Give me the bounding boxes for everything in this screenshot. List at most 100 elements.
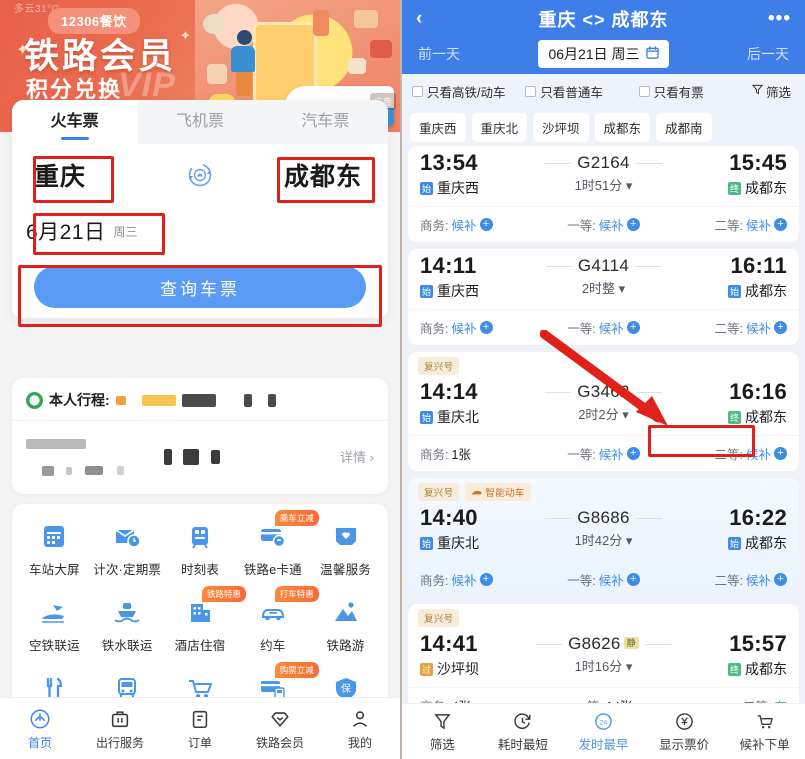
train-row[interactable]: 复兴号 智能动车 14:40 始重庆北 G8686 1时42分 ▾ 16:22 始… bbox=[408, 478, 799, 597]
service-grid-item-hotel[interactable]: 铁路特惠 酒店住宿 bbox=[164, 586, 246, 654]
my-trip-card[interactable]: ⬤ 本人行程: 详情 › bbox=[12, 378, 388, 494]
station-chip[interactable]: 成都东 bbox=[594, 112, 651, 142]
service-grid-item-air-rail[interactable]: 空铁联运 bbox=[18, 592, 91, 654]
checkbox-icon[interactable] bbox=[638, 85, 650, 97]
tab-train-ticket[interactable]: 火车票 bbox=[12, 100, 138, 144]
tab-flight-ticket[interactable]: 飞机票 bbox=[137, 100, 263, 144]
trip-duration[interactable]: 1时51分 ▾ bbox=[516, 175, 691, 194]
service-grid-item-rail-travel[interactable]: 铁路游 bbox=[309, 592, 382, 654]
seat-class-item[interactable]: 商务:4张 bbox=[420, 696, 542, 703]
seat-class-name: 商务: bbox=[420, 448, 449, 462]
trip-duration[interactable]: 1时42分 ▾ bbox=[516, 530, 691, 549]
service-grid-item-care-service[interactable]: 温馨服务 bbox=[309, 516, 382, 578]
toolbar-item-clock[interactable]: 耗时最短 bbox=[483, 710, 564, 753]
train-tag-row: 复兴号 智能动车 bbox=[408, 478, 799, 501]
service-grid-item-station-screen[interactable]: 车站大屏 bbox=[18, 516, 91, 578]
filter-button[interactable]: 筛选 bbox=[751, 82, 795, 101]
seat-class-item[interactable]: 商务: 候补 + bbox=[420, 570, 542, 589]
service-grid-item-timetable[interactable]: 时刻表 bbox=[164, 516, 237, 578]
seat-class-item[interactable]: 商务: 候补 + bbox=[420, 318, 542, 337]
waitlist-add-icon[interactable]: + bbox=[479, 573, 493, 586]
waitlist-add-icon[interactable]: + bbox=[626, 573, 640, 586]
seat-class-item[interactable]: 二等: 候补 + bbox=[665, 215, 787, 234]
more-dots-icon[interactable]: ••• bbox=[768, 8, 791, 30]
toolbar-item-yuan-circle[interactable]: 显示票价 bbox=[644, 710, 725, 753]
filter-hsr-only[interactable]: 只看高铁/动车 bbox=[412, 82, 521, 101]
bottom-nav-item-profile[interactable]: 我的 bbox=[320, 707, 400, 751]
trip-badge-icon: ⬤ bbox=[26, 391, 43, 409]
trip-detail-link[interactable]: 详情 › bbox=[340, 447, 374, 466]
filter-normal-only[interactable]: 只看普通车 bbox=[525, 82, 634, 101]
prev-day-button[interactable]: 前一天 bbox=[418, 44, 460, 64]
waitlist-add-icon[interactable]: + bbox=[773, 218, 787, 231]
checkbox-icon[interactable] bbox=[525, 85, 537, 97]
train-number: G3462 bbox=[545, 382, 662, 402]
service-grid-item-taxi[interactable]: 打车特惠 约车 bbox=[236, 586, 319, 654]
service-grid-label: 铁路e卡通 bbox=[243, 563, 302, 577]
waitlist-add-icon[interactable]: + bbox=[626, 321, 640, 334]
bottom-nav-item-service[interactable]: 出行服务 bbox=[80, 707, 160, 751]
seat-class-item[interactable]: 一等:14张 bbox=[542, 696, 664, 703]
swap-station-icon[interactable] bbox=[185, 160, 215, 190]
redacted-block bbox=[42, 465, 54, 476]
quiet-carriage-badge: 静 bbox=[623, 637, 639, 649]
waitlist-add-icon[interactable]: + bbox=[773, 573, 787, 586]
trip-duration[interactable]: 2时整 ▾ bbox=[516, 278, 691, 297]
service-grid-row: 空铁联运 铁水联运 铁路特惠 酒店住宿 打车特惠 约车 铁路游 bbox=[18, 586, 382, 654]
toolbar-item-24h-circle[interactable]: 24 发时最早 bbox=[563, 710, 644, 753]
train-row[interactable]: 复兴号 14:14 始重庆北 G3462 2时2分 ▾ 16:16 终成都东 商… bbox=[408, 352, 799, 471]
seat-class-item[interactable]: 二等:有 bbox=[665, 696, 787, 703]
station-chip[interactable]: 成都南 bbox=[656, 112, 712, 142]
seat-class-item[interactable]: 一等: 候补 + bbox=[542, 570, 664, 589]
selected-date-value: 06月21日 周三 bbox=[548, 46, 640, 62]
date-selector[interactable]: 6月21日 周三 bbox=[12, 206, 388, 256]
train-results-list[interactable]: 13:54 始重庆西 G2164 1时51分 ▾ 15:45 终成都东 商务: 候… bbox=[402, 146, 805, 703]
station-chip[interactable]: 沙坪坝 bbox=[533, 112, 589, 142]
waitlist-add-icon[interactable]: + bbox=[479, 321, 493, 334]
service-grid-item-period-ticket[interactable]: 计次·定期票 bbox=[91, 516, 164, 578]
waitlist-add-icon[interactable]: + bbox=[626, 447, 640, 460]
seat-class-item[interactable]: 一等: 候补 + bbox=[542, 444, 664, 463]
train-row[interactable]: 13:54 始重庆西 G2164 1时51分 ▾ 15:45 终成都东 商务: 候… bbox=[408, 146, 799, 242]
trip-duration[interactable]: 2时2分 ▾ bbox=[516, 404, 691, 423]
date-picker-button[interactable]: 06月21日 周三 bbox=[538, 40, 669, 68]
24h-circle-icon: 24 bbox=[563, 710, 644, 732]
toolbar-label: 候补下单 bbox=[739, 738, 790, 752]
waitlist-add-icon[interactable]: + bbox=[479, 218, 493, 231]
departure-time: 14:14 bbox=[420, 379, 478, 404]
waitlist-add-icon[interactable]: + bbox=[626, 218, 640, 231]
trip-duration[interactable]: 1时16分 ▾ bbox=[516, 656, 691, 675]
bottom-nav-item-order[interactable]: 订单 bbox=[160, 707, 240, 751]
seat-class-item[interactable]: 一等: 候补 + bbox=[542, 318, 664, 337]
waitlist-add-icon[interactable]: + bbox=[773, 447, 787, 460]
service-icon bbox=[80, 707, 160, 731]
seat-class-item[interactable]: 商务: 1张 bbox=[420, 444, 542, 463]
right-phone-train-list: ‹ 重庆 <> 成都东 ••• 前一天 06月21日 周三 后一天 只看高铁/动… bbox=[402, 0, 805, 759]
bottom-nav-item-member[interactable]: 铁路会员 bbox=[240, 707, 320, 751]
next-day-button[interactable]: 后一天 bbox=[747, 44, 789, 64]
train-tag-row: 复兴号 bbox=[408, 604, 799, 627]
seat-class-item[interactable]: 二等: 候补 + bbox=[665, 318, 787, 337]
to-station-value[interactable]: 成都东 bbox=[284, 163, 362, 191]
departure-station: 始重庆西 bbox=[420, 180, 479, 196]
checkbox-icon[interactable] bbox=[412, 85, 423, 97]
arrival-info: 16:16 终成都东 bbox=[691, 379, 787, 427]
train-row[interactable]: 复兴号 14:41 过沙坪坝 G8626 静 1时16分 ▾ 15:57 终成都东… bbox=[408, 604, 799, 703]
from-station-value[interactable]: 重庆 bbox=[34, 163, 86, 191]
toolbar-item-funnel[interactable]: 筛选 bbox=[402, 710, 483, 753]
seat-class-item[interactable]: 二等: 候补 + bbox=[665, 444, 787, 463]
filter-available-only[interactable]: 只看有票 bbox=[638, 82, 748, 101]
search-tickets-button[interactable]: 查询车票 bbox=[34, 266, 366, 308]
waitlist-add-icon[interactable]: + bbox=[773, 321, 787, 334]
station-chip[interactable]: 重庆北 bbox=[471, 112, 528, 142]
service-grid-item-ecard[interactable]: 乘车立减 铁路e卡通 bbox=[236, 510, 319, 578]
seat-class-item[interactable]: 一等: 候补 + bbox=[542, 215, 664, 234]
tab-bus-ticket[interactable]: 汽车票 bbox=[262, 100, 388, 144]
service-grid-item-rail-water[interactable]: 铁水联运 bbox=[91, 592, 164, 654]
toolbar-item-cart[interactable]: 候补下单 bbox=[724, 710, 805, 753]
seat-class-item[interactable]: 二等: 候补 + bbox=[665, 570, 787, 589]
bottom-nav-item-home[interactable]: 首页 bbox=[0, 707, 80, 751]
train-row[interactable]: 14:11 始重庆西 G4114 2时整 ▾ 16:11 始成都东 商务: 候补 +… bbox=[408, 249, 799, 345]
station-chip[interactable]: 重庆西 bbox=[410, 112, 466, 142]
seat-class-item[interactable]: 商务: 候补 + bbox=[420, 215, 542, 234]
